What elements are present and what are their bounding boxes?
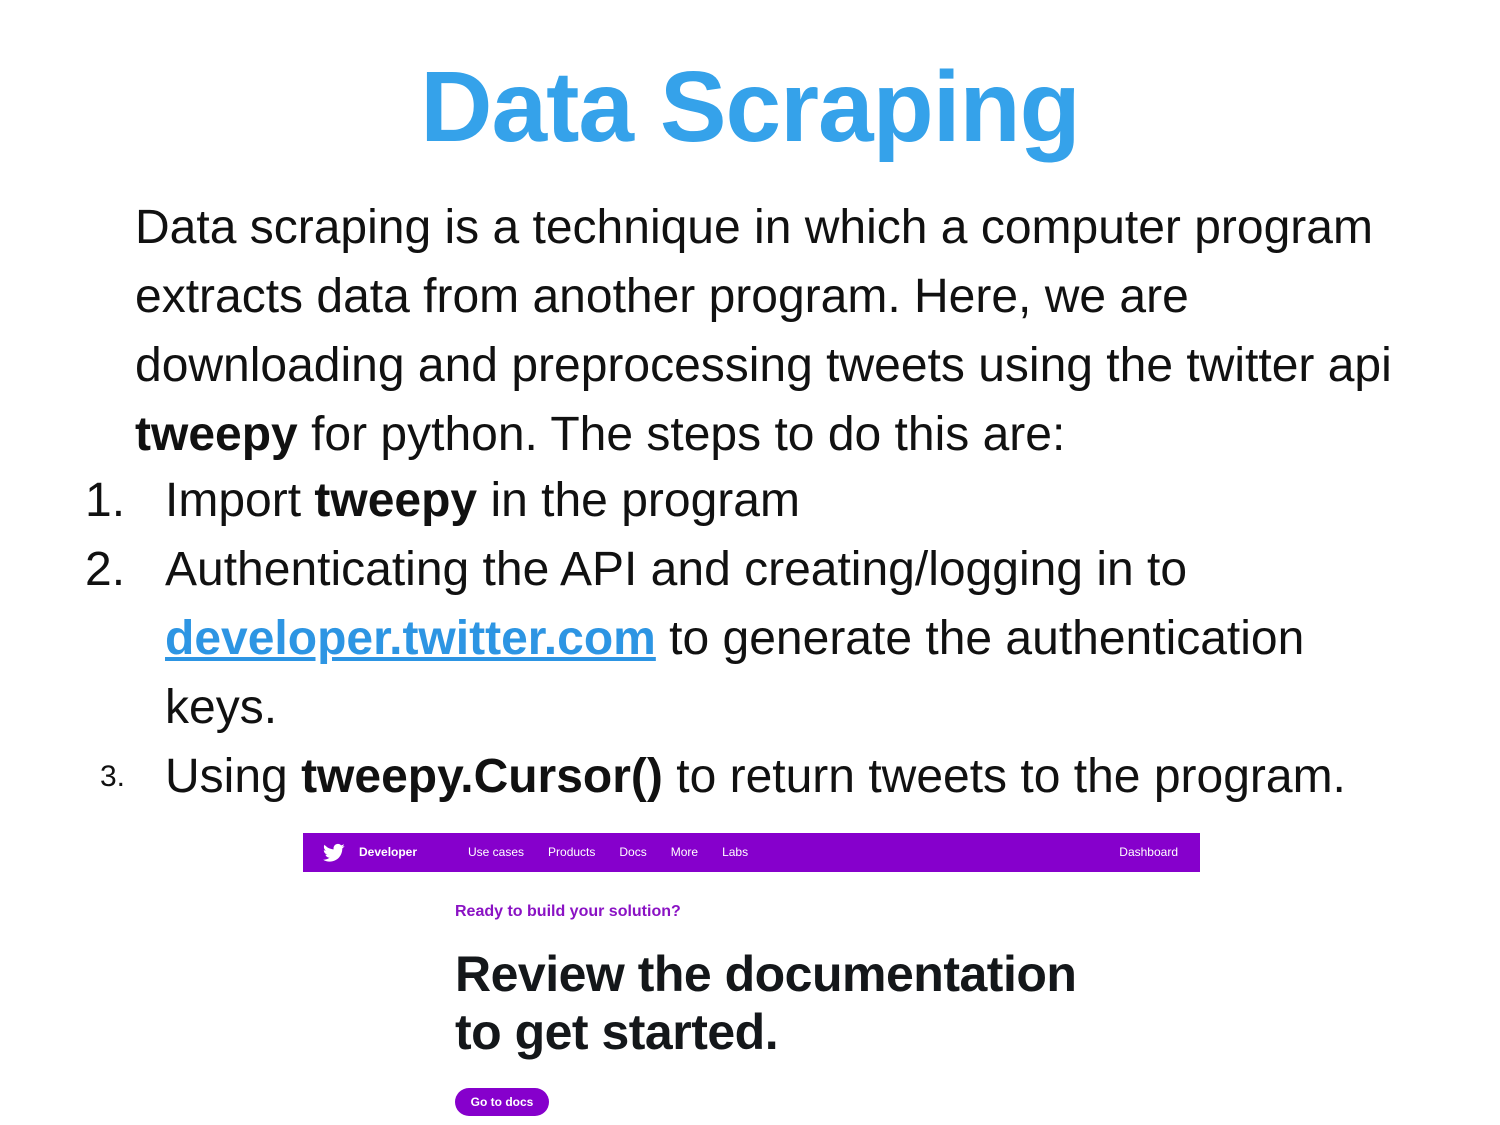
step-item-3: 3. Using tweepy.Cursor() to return tweet… xyxy=(0,742,1500,811)
step-bold: tweepy.Cursor() xyxy=(301,750,663,803)
step-number: 3. xyxy=(100,760,126,793)
step-bold: tweepy xyxy=(314,474,478,527)
hero-headline-line-2: to get started. xyxy=(455,1004,779,1060)
slide-title: Data Scraping xyxy=(420,51,1080,163)
step-item-2: 2. Authenticating the API and creating/l… xyxy=(0,535,1500,742)
step-text: to return tweets to the program. xyxy=(662,750,1346,803)
nav-link-docs[interactable]: Docs xyxy=(619,845,646,859)
steps-list: 1. Import tweepy in the program 2. Authe… xyxy=(0,466,1500,811)
go-to-docs-button[interactable]: Go to docs xyxy=(455,1088,549,1116)
nav-link-dashboard[interactable]: Dashboard xyxy=(1119,845,1178,859)
nav-link-more[interactable]: More xyxy=(671,845,698,859)
hero-headline-line-1: Review the documentation xyxy=(455,946,1077,1002)
intro-bold-tweepy: tweepy xyxy=(135,408,298,461)
twitter-developer-screenshot: Developer Use cases Products Docs More L… xyxy=(303,833,1200,1125)
nav-link-use-cases[interactable]: Use cases xyxy=(468,845,524,859)
step-number: 1. xyxy=(85,474,126,527)
step-text: Import xyxy=(165,474,315,527)
developer-brand[interactable]: Developer xyxy=(359,845,417,859)
step-text: Using xyxy=(165,750,302,803)
intro-text-1: Data scraping is a technique in which a … xyxy=(135,201,1392,392)
nav-link-labs[interactable]: Labs xyxy=(722,845,748,859)
twitter-bird-icon[interactable] xyxy=(322,843,345,863)
step-item-1: 1. Import tweepy in the program xyxy=(0,466,1500,535)
step-number: 2. xyxy=(85,543,126,596)
hero-headline: Review the documentation to get started. xyxy=(455,945,1195,1061)
nav-link-products[interactable]: Products xyxy=(548,845,595,859)
eyebrow-text: Ready to build your solution? xyxy=(455,903,681,920)
intro-paragraph: Data scraping is a technique in which a … xyxy=(135,193,1395,469)
intro-text-2: for python. The steps to do this are: xyxy=(297,408,1066,461)
developer-nav-bar: Developer Use cases Products Docs More L… xyxy=(303,833,1200,872)
step-text: in the program xyxy=(477,474,800,527)
developer-twitter-link[interactable]: developer.twitter.com xyxy=(165,612,656,665)
nav-links: Use cases Products Docs More Labs xyxy=(468,845,772,859)
step-text: Authenticating the API and creating/logg… xyxy=(165,543,1188,596)
